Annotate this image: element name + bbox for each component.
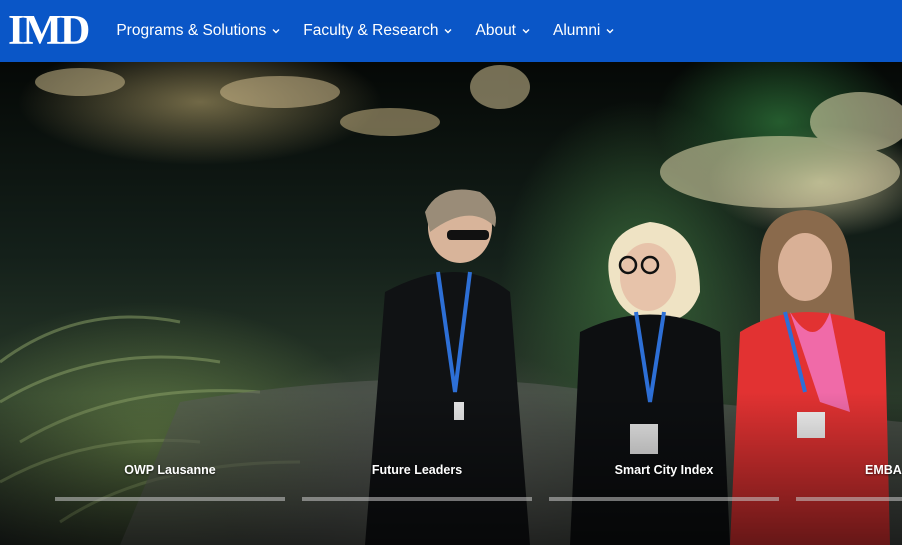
carousel-tab-emba[interactable]: EMBA p <box>796 455 902 501</box>
carousel-tab-label: Smart City Index <box>614 463 714 477</box>
main-nav: Programs & Solutions Faculty & Research … <box>116 0 637 62</box>
nav-alumni[interactable]: Alumni <box>553 22 615 40</box>
chevron-down-icon <box>522 29 530 34</box>
carousel-progress-bar <box>796 497 902 501</box>
nav-programs-solutions[interactable]: Programs & Solutions <box>116 22 281 40</box>
site-header: IMD Programs & Solutions Faculty & Resea… <box>0 0 902 62</box>
nav-label: Programs & Solutions <box>116 22 267 39</box>
foliage-highlights <box>35 65 902 208</box>
carousel-progress-bar <box>302 497 532 501</box>
nav-label: About <box>475 22 516 39</box>
nav-faculty-research[interactable]: Faculty & Research <box>303 22 453 40</box>
carousel-tab-label: Future Leaders <box>371 463 463 477</box>
chevron-down-icon <box>444 29 452 34</box>
nav-about[interactable]: About <box>475 22 531 40</box>
carousel-progress-bar <box>55 497 285 501</box>
imd-logo[interactable]: IMD <box>8 10 90 52</box>
carousel-tab-label: EMBA p <box>865 463 902 477</box>
carousel-progress-bar <box>549 497 779 501</box>
chevron-down-icon <box>272 29 280 34</box>
chevron-down-icon <box>606 29 614 34</box>
carousel-tabs: OWP Lausanne Future Leaders Smart City I… <box>0 455 902 515</box>
nav-label: Faculty & Research <box>303 22 439 39</box>
carousel-tab-smart-city-index[interactable]: Smart City Index <box>549 455 779 501</box>
carousel-tab-label: OWP Lausanne <box>124 463 216 477</box>
carousel-tab-owp-lausanne[interactable]: OWP Lausanne <box>55 455 285 501</box>
nav-label: Alumni <box>553 22 601 39</box>
carousel-tab-future-leaders[interactable]: Future Leaders <box>302 455 532 501</box>
hero-image: OWP Lausanne Future Leaders Smart City I… <box>0 62 902 545</box>
